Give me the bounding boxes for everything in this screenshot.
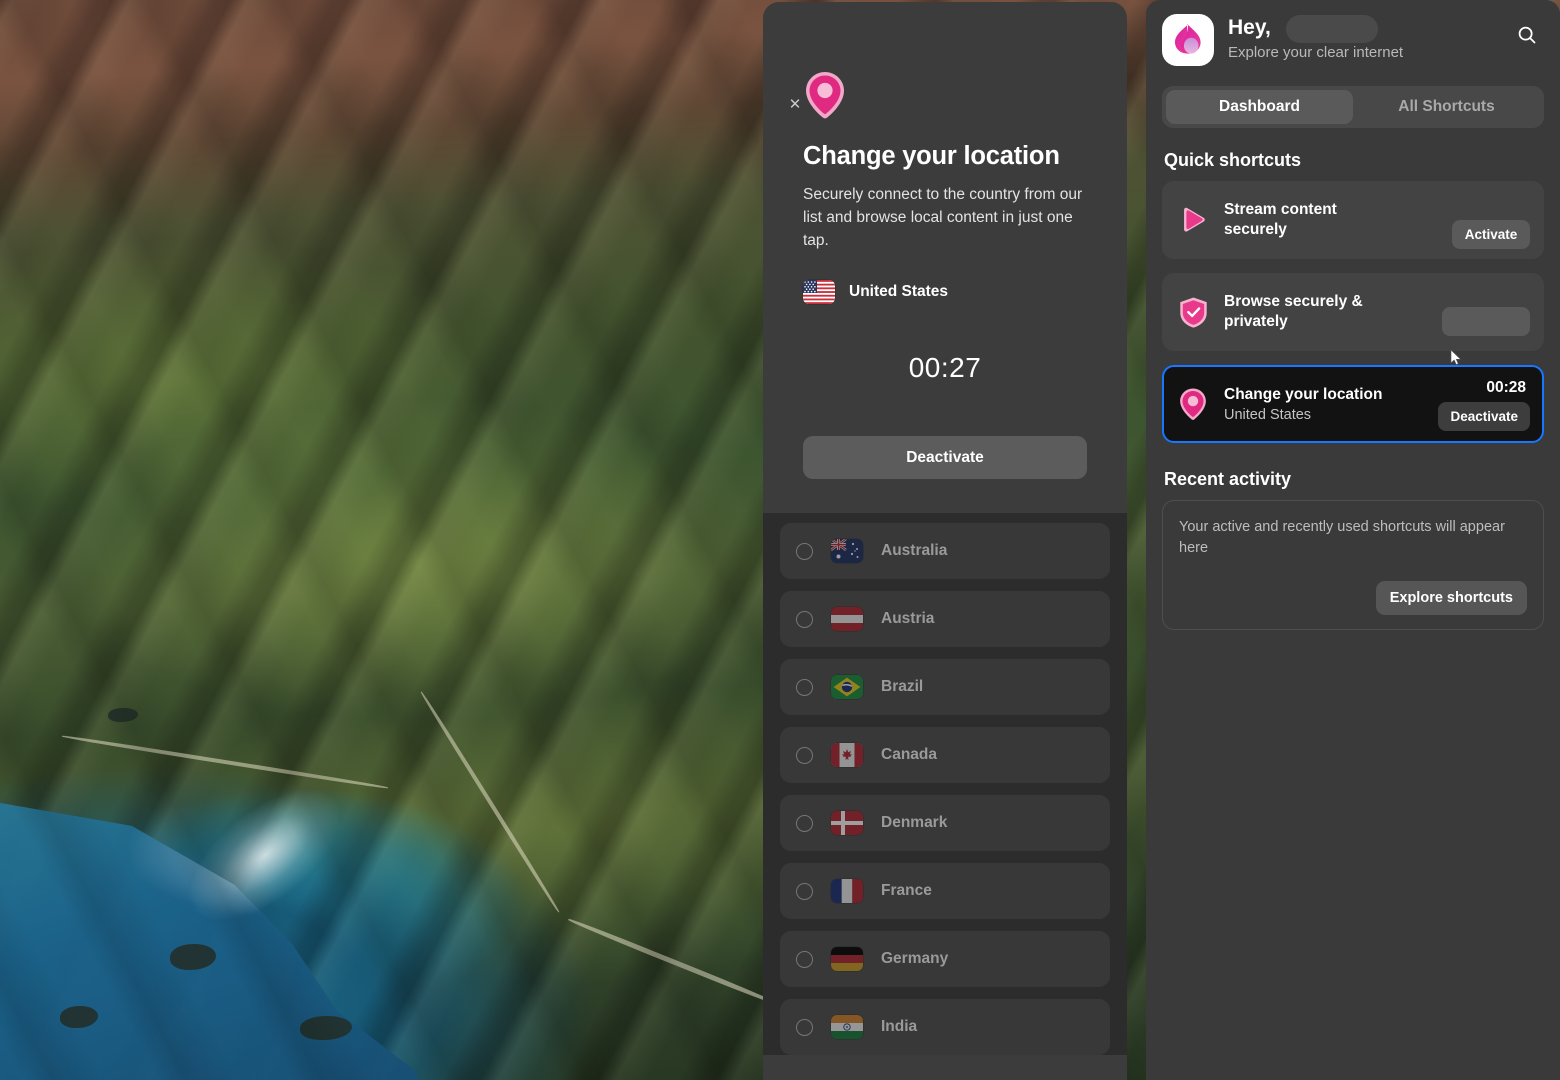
country-list-item[interactable]: Denmark [780,795,1110,852]
session-timer: 00:27 [908,352,982,384]
country-label: Austria [881,610,935,628]
flag-br-icon [831,675,863,700]
flag-fr-icon [831,879,863,904]
tabbar: Dashboard All Shortcuts [1162,86,1544,128]
explore-shortcuts-button[interactable]: Explore shortcuts [1375,581,1527,616]
deactivate-button[interactable]: Deactivate [1438,402,1530,431]
activate-button[interactable] [1442,307,1530,336]
shortcut-title: Stream content securely [1224,200,1337,238]
country-label: Germany [881,950,949,968]
flag-de-icon [831,947,863,972]
app-title-block: Hey, Explore your clear internet [1228,14,1496,61]
app-tagline: Explore your clear internet [1228,44,1404,62]
shortcut-title: Change your location [1224,385,1383,403]
flag-au-icon [831,539,863,564]
flag-at-icon [831,607,863,632]
country-list-item[interactable]: India [780,999,1110,1056]
flag-in-icon [831,1015,863,1040]
recent-activity-empty-state: Your active and recently used shortcuts … [1162,500,1544,631]
country-radio[interactable] [796,950,813,968]
country-label: Brazil [881,678,924,696]
country-label: Australia [881,542,948,560]
shortcut-title: Browse securely & privately [1224,292,1363,330]
wallpaper-surf [128,725,402,985]
wallpaper-ocean [0,792,440,1080]
quick-shortcuts-heading: Quick shortcuts [1164,150,1302,170]
flag-us-icon [803,280,835,305]
country-radio[interactable] [796,814,813,832]
play-icon [1176,203,1210,237]
tab-dashboard[interactable]: Dashboard [1166,90,1353,124]
tab-all-shortcuts[interactable]: All Shortcuts [1353,90,1540,124]
selected-country-row: United States [803,280,1087,305]
selected-country-label: United States [849,283,949,301]
change-location-modal-panel: ✕ Change your location Securely connect … [763,2,1127,1080]
app-header: Hey, Explore your clear internet [1146,0,1560,66]
shortcut-card-browse[interactable]: Browse securely & privately [1162,273,1544,351]
shield-check-icon [1176,295,1210,329]
close-icon[interactable]: ✕ [783,92,807,116]
shortcut-action: Deactivate [1438,402,1530,431]
country-radio[interactable] [796,1018,813,1036]
country-radio[interactable] [796,678,813,696]
country-label: France [881,882,932,900]
redacted-username [1286,15,1378,43]
country-list-item[interactable]: Canada [780,727,1110,784]
deactivate-button[interactable]: Deactivate [803,436,1087,480]
flag-dk-icon [831,811,863,836]
country-radio[interactable] [796,882,813,900]
country-radio[interactable] [796,746,813,764]
wallpaper-rock [60,1006,98,1028]
country-list-item[interactable]: Germany [780,931,1110,988]
country-label: Denmark [881,814,948,832]
wallpaper-rock [300,1016,352,1040]
shortcut-action [1442,307,1530,341]
shortcut-card-change-location[interactable]: Change your location United States 00:28… [1162,365,1544,443]
country-radio[interactable] [796,610,813,628]
screen: ✕ Change your location Securely connect … [0,0,1560,1080]
country-list-item[interactable]: Brazil [780,659,1110,716]
country-list[interactable]: Australia Austria Brazil Canada Denmark Franc… [763,513,1127,1056]
wallpaper-rock [108,708,138,722]
country-list-item[interactable]: Austria [780,591,1110,648]
shortcut-action: Activate [1452,220,1530,249]
app-panel: Hey, Explore your clear internet Dashboa… [1146,0,1560,1080]
activate-button[interactable]: Activate [1452,220,1530,249]
location-pin-icon [1176,387,1210,421]
location-pin-icon [803,70,847,120]
country-label: India [881,1018,918,1036]
recent-activity-actions: Explore shortcuts [1179,581,1527,616]
flag-ca-icon [831,743,863,768]
country-list-item[interactable]: Australia [780,523,1110,580]
wallpaper-rock [170,944,216,970]
change-location-card: ✕ Change your location Securely connect … [763,70,1127,514]
wallpaper-road [419,690,561,914]
search-icon[interactable] [1510,18,1544,52]
modal-description: Securely connect to the country from our… [803,186,1083,250]
country-list-item[interactable]: France [780,863,1110,920]
country-label: Canada [881,746,937,764]
shortcut-card-stream[interactable]: Stream content securely Activate [1162,181,1544,259]
country-radio[interactable] [796,542,813,560]
wallpaper-road [567,917,783,1008]
recent-activity-empty-text: Your active and recently used shortcuts … [1179,519,1505,557]
recent-activity-heading: Recent activity [1164,469,1292,489]
app-logo-icon [1162,14,1214,66]
shortcut-timer: 00:28 [1486,379,1526,396]
wallpaper-road [61,734,389,790]
page-title: Change your location [803,142,1060,170]
